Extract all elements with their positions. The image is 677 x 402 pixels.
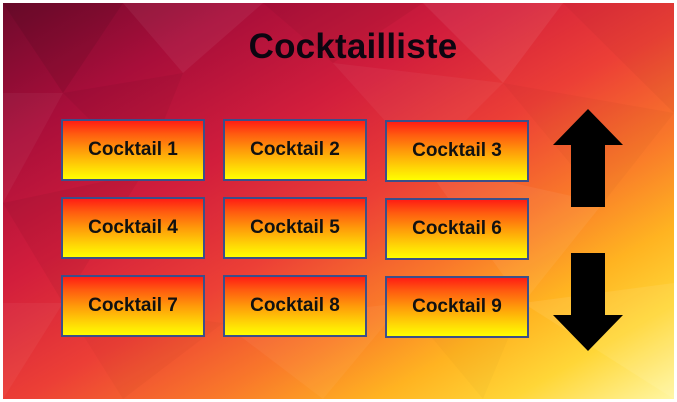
cocktail-6-label: Cocktail 6 bbox=[412, 218, 502, 239]
page-title: Cocktailliste bbox=[248, 27, 458, 66]
cocktail-8-button[interactable]: Cocktail 8 bbox=[223, 275, 367, 337]
cocktail-2-label: Cocktail 2 bbox=[250, 139, 340, 160]
arrow-down-icon[interactable] bbox=[551, 251, 625, 353]
cocktail-6-button[interactable]: Cocktail 6 bbox=[385, 198, 529, 260]
cocktail-4-button[interactable]: Cocktail 4 bbox=[61, 197, 205, 259]
cocktail-8-label: Cocktail 8 bbox=[250, 295, 340, 316]
cocktail-9-label: Cocktail 9 bbox=[412, 296, 502, 317]
arrow-up-icon[interactable] bbox=[551, 107, 625, 209]
cocktail-2-button[interactable]: Cocktail 2 bbox=[223, 119, 367, 181]
cocktail-3-button[interactable]: Cocktail 3 bbox=[385, 120, 529, 182]
cocktail-7-button[interactable]: Cocktail 7 bbox=[61, 275, 205, 337]
cocktail-4-label: Cocktail 4 bbox=[88, 217, 178, 238]
cocktail-5-button[interactable]: Cocktail 5 bbox=[223, 197, 367, 259]
cocktail-9-button[interactable]: Cocktail 9 bbox=[385, 276, 529, 338]
cocktail-list-screen: Cocktailliste Cocktail 1 Cocktail 2 Cock… bbox=[3, 3, 674, 399]
cocktail-1-button[interactable]: Cocktail 1 bbox=[61, 119, 205, 181]
cocktail-7-label: Cocktail 7 bbox=[88, 295, 178, 316]
cocktail-1-label: Cocktail 1 bbox=[88, 139, 178, 160]
cocktail-3-label: Cocktail 3 bbox=[412, 140, 502, 161]
cocktail-5-label: Cocktail 5 bbox=[250, 217, 340, 238]
